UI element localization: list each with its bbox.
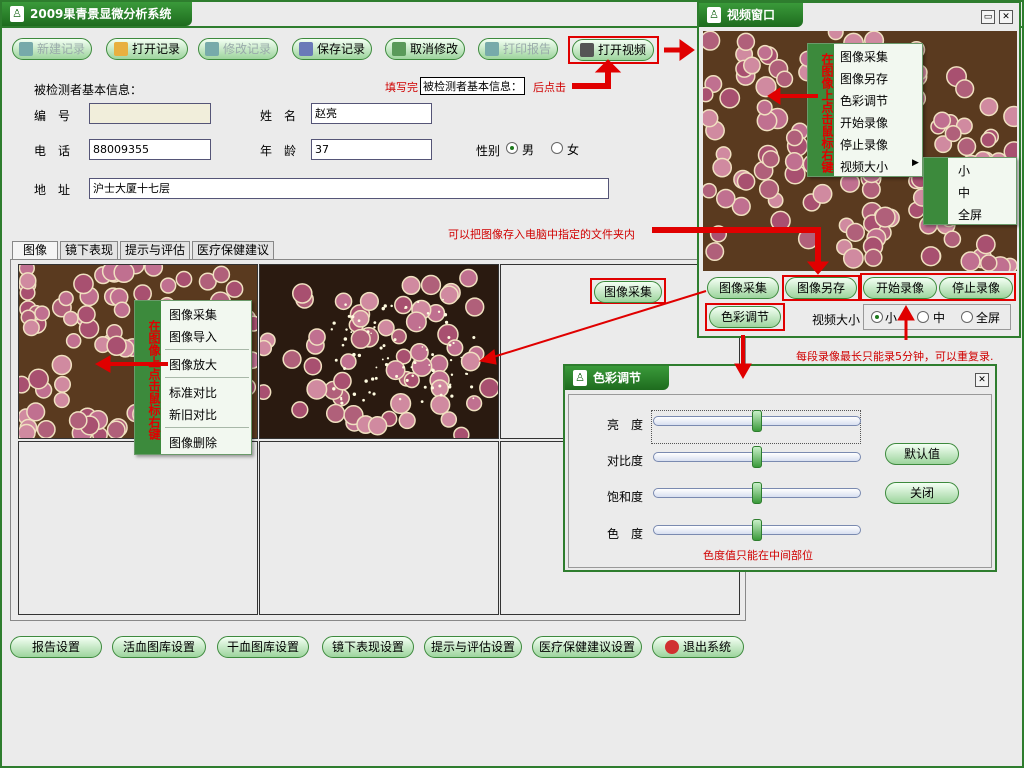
arrow-head: [767, 87, 781, 105]
arrow-head: [806, 261, 830, 275]
arrow-head: [897, 304, 915, 321]
arrow-capture-to-image: [489, 290, 707, 359]
arrow-head: [94, 355, 111, 373]
arrow-to-save-as: [652, 227, 821, 262]
arrow-head: [478, 349, 497, 365]
arrow-head: [734, 363, 752, 380]
arrow-head: [594, 59, 622, 73]
arrow-head: [679, 39, 695, 61]
annotation-arrows: [94, 39, 915, 380]
